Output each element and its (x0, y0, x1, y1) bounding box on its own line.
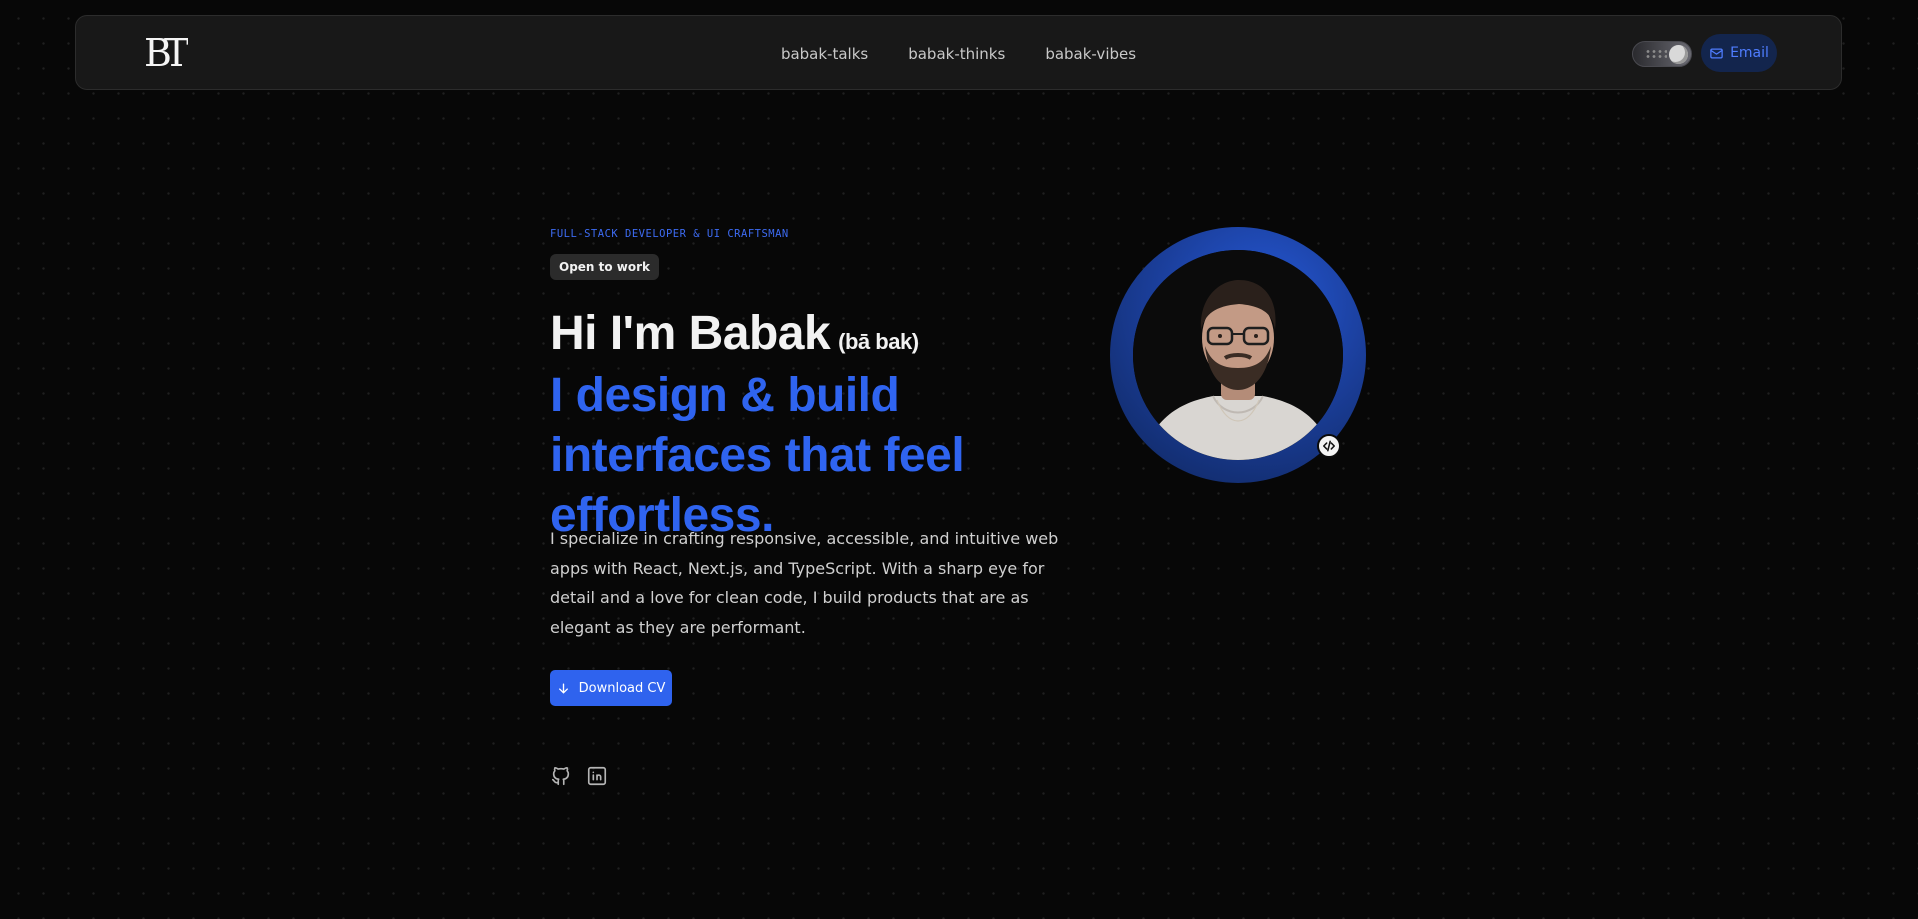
toggle-stars-icon (1645, 49, 1667, 59)
logo-mark-icon: BT (144, 31, 197, 75)
github-icon (551, 766, 570, 786)
status-badge: Open to work (550, 254, 660, 280)
svg-text:BT: BT (144, 33, 188, 71)
moon-icon (1669, 45, 1688, 64)
nav-link-babak-thinks[interactable]: babak-thinks (908, 45, 1005, 63)
nav-link-babak-vibes[interactable]: babak-vibes (1045, 45, 1136, 63)
email-button[interactable]: Email (1701, 34, 1777, 72)
pronunciation: (bā bak) (838, 329, 919, 354)
theme-toggle[interactable] (1632, 41, 1692, 67)
page-title: Hi I'm Babak (bā bak) (550, 306, 919, 361)
email-button-label: Email (1730, 45, 1769, 61)
linkedin-icon (587, 766, 607, 786)
avatar (1133, 250, 1343, 460)
greeting: Hi I'm Babak (550, 307, 831, 360)
navbar: BT babak-talks babak-thinks babak-vibes … (75, 15, 1842, 90)
code-icon (1322, 440, 1336, 452)
linkedin-link[interactable] (586, 765, 608, 787)
role-eyebrow: FULL-STACK DEVELOPER & UI CRAFTSMAN (550, 228, 789, 240)
social-links (550, 765, 608, 787)
code-badge (1317, 434, 1341, 458)
nav-link-babak-talks[interactable]: babak-talks (781, 45, 868, 63)
tagline: I design & build interfaces that feel ef… (550, 369, 965, 542)
mail-icon (1710, 48, 1723, 58)
logo[interactable]: BT (144, 31, 197, 75)
description: I specialize in crafting responsive, acc… (550, 529, 1059, 637)
github-link[interactable] (550, 765, 572, 787)
download-cv-button[interactable]: Download CV (550, 670, 672, 706)
avatar-portrait-icon (1133, 250, 1343, 460)
nav-links: babak-talks babak-thinks babak-vibes (76, 16, 1841, 91)
download-cv-label: Download CV (578, 680, 666, 696)
arrow-down-icon (558, 682, 568, 694)
